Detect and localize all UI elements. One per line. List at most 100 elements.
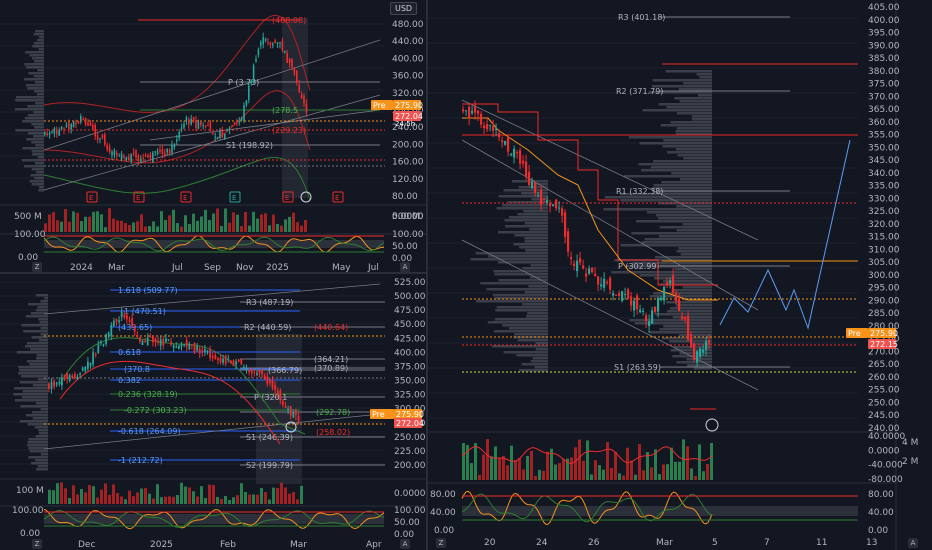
candle-body	[609, 277, 612, 290]
candle-body	[227, 358, 230, 360]
volume-profile-bar	[502, 324, 548, 327]
candle-body	[224, 355, 227, 364]
price-axis-label: 340.00	[868, 169, 900, 179]
volume-profile-bar	[33, 111, 44, 114]
volume-bar	[658, 474, 661, 480]
pane-divider-horizontal[interactable]	[0, 272, 426, 274]
time-axis-label: 7	[764, 538, 770, 548]
pivot-label: R3 (487.19)	[246, 298, 293, 307]
candle-body	[84, 117, 87, 125]
volume-profile-bar	[676, 112, 712, 115]
volume-profile-bar	[40, 333, 48, 336]
currency-button[interactable]: USD	[390, 2, 418, 15]
volume-profile-bar	[524, 291, 548, 294]
candle-body	[564, 212, 567, 237]
volume-profile-bar	[653, 160, 712, 163]
volume-profile-bar	[672, 316, 712, 319]
candle-body	[197, 121, 200, 129]
auto-scale-button[interactable]: A	[400, 539, 410, 549]
candle-body	[135, 150, 137, 158]
volume-profile-bar	[22, 390, 48, 393]
indicator-axis-label: 80.00	[430, 490, 456, 500]
pivot-label: S1 (263.59)	[614, 363, 661, 372]
earnings-label: E	[136, 194, 140, 202]
earnings-label: E	[232, 194, 236, 202]
volume-bar	[546, 451, 549, 480]
pivot-label: (370.89)	[314, 364, 348, 373]
chart-canvas-bottom-left[interactable]: 1.618 (509.77)1 (470.51)(439.65)0.618(37…	[0, 274, 426, 550]
volume-profile-bar	[15, 129, 44, 132]
volume-bar	[108, 494, 111, 504]
candle-body	[263, 375, 266, 380]
volume-profile-bar	[32, 411, 48, 414]
indicator-axis-label: -40.000	[868, 461, 903, 471]
volume-bar	[264, 213, 267, 232]
candle-body	[152, 336, 154, 343]
volume-profile-bar	[22, 120, 44, 123]
volume-bar	[478, 474, 481, 480]
candle-body	[92, 352, 94, 365]
candle-body	[154, 151, 156, 153]
volume-profile-bar	[26, 414, 48, 417]
auto-scale-left-button[interactable]: Z	[32, 539, 42, 549]
candle-body	[147, 154, 149, 158]
volume-bar	[132, 496, 135, 504]
candle-body	[297, 416, 300, 422]
volume-bar	[244, 491, 247, 504]
volume-profile-bar	[516, 354, 548, 357]
candle-body	[118, 155, 120, 157]
candle-body	[231, 125, 233, 127]
volume-profile-bar	[37, 306, 48, 309]
volume-profile-bar	[35, 435, 48, 438]
volume-profile-bar	[683, 82, 712, 85]
candle-body	[573, 263, 576, 266]
candle-body	[131, 318, 133, 327]
candle-body	[585, 273, 588, 277]
auto-scale-left-button[interactable]: Z	[436, 538, 446, 548]
volume-profile-bar	[646, 211, 712, 214]
volume-bar	[156, 226, 159, 232]
chart-canvas-right[interactable]: R3 (401.18) R2 (371.79) R1 (332.38) P (302.…	[428, 0, 932, 550]
candle-body	[272, 43, 274, 46]
candle-body	[253, 372, 256, 374]
price-axis-label: 305.00	[868, 258, 900, 268]
candle-body	[250, 369, 253, 374]
volume-bar	[598, 465, 601, 480]
candle-body	[262, 37, 264, 45]
candle-body	[274, 40, 276, 44]
volume-bar	[52, 212, 55, 232]
price-axis-label: 360.00	[392, 72, 424, 82]
pane-divider-vertical[interactable]	[426, 0, 428, 550]
price-axis-label: 450.00	[394, 320, 426, 330]
chart-canvas-top-left[interactable]: (488.08) P (3 73) (278.5 (229.23) S1 (198.92)…	[0, 0, 426, 272]
volume-profile-bar	[33, 42, 44, 45]
price-axis-label: 295.00	[868, 284, 900, 294]
volume-profile-bar	[526, 315, 548, 318]
volume-bar	[220, 226, 223, 232]
candle-body	[137, 155, 140, 162]
candle-body	[654, 306, 657, 312]
volume-profile-bar	[32, 417, 48, 420]
candle-body	[576, 260, 579, 272]
candle-body	[258, 370, 261, 373]
candle-body	[237, 359, 240, 362]
candle-body	[100, 341, 102, 344]
auto-scale-left-button[interactable]: Z	[32, 262, 42, 272]
chart-pane-right[interactable]: R3 (401.18) R2 (371.79) R1 (332.38) P (302.…	[428, 0, 932, 550]
chart-pane-top-left[interactable]: (488.08) P (3 73) (278.5 (229.23) S1 (198.92)…	[0, 0, 426, 272]
candle-body	[232, 360, 235, 366]
volume-profile-bar	[676, 229, 712, 232]
chart-pane-bottom-left[interactable]: 1.618 (509.77)1 (470.51)(439.65)0.618(37…	[0, 274, 426, 550]
volume-profile-bar	[27, 105, 44, 108]
candle-body	[240, 359, 243, 365]
candle-body	[627, 289, 630, 299]
volume-bar	[100, 489, 103, 504]
auto-scale-button[interactable]: A	[908, 538, 918, 548]
time-axis-label: Apr	[366, 540, 382, 550]
candle-body	[276, 390, 279, 395]
auto-scale-button[interactable]: A	[400, 262, 410, 272]
indicator-axis-label: 100.00	[14, 230, 46, 240]
candle-body	[474, 106, 477, 113]
volume-bar	[678, 461, 681, 480]
volume-bar	[136, 492, 139, 504]
